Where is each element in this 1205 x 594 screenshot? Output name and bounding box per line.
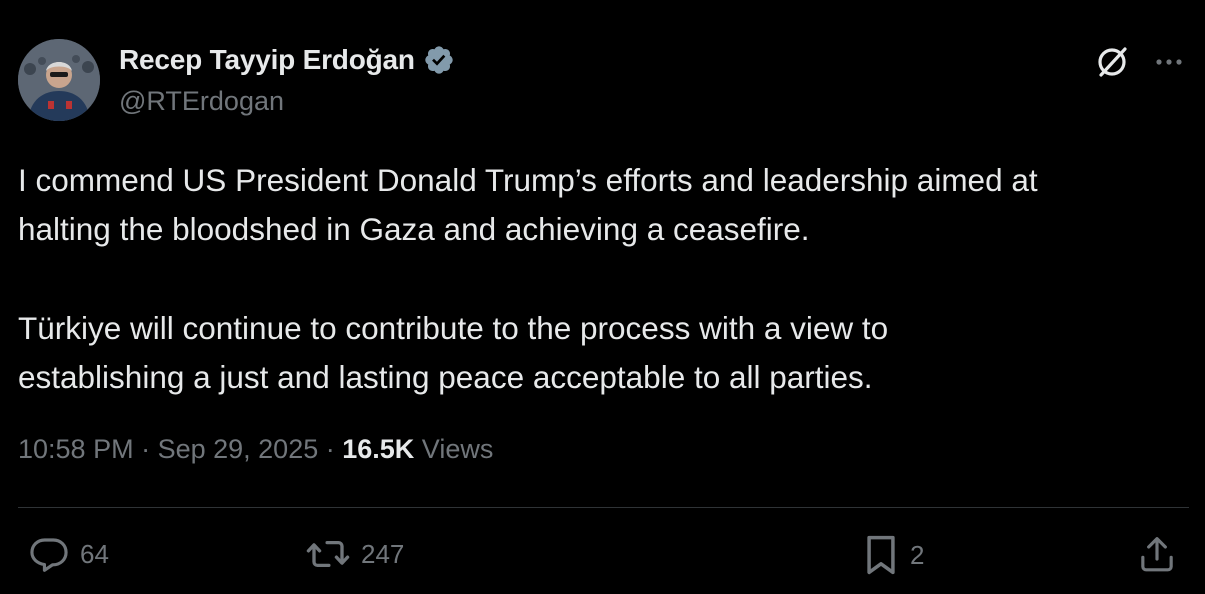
tweet-line: I commend US President Donald Trump’s ef… <box>18 162 1038 198</box>
repost-count: 247 <box>361 538 405 569</box>
speech-bubble-icon <box>28 533 70 575</box>
divider <box>18 507 1189 508</box>
tweet-line: establishing a just and lasting peace ac… <box>18 359 873 395</box>
tweet-line: Türkiye will continue to contribute to t… <box>18 310 889 346</box>
meta-separator: · <box>133 434 158 464</box>
bookmark-count: 2 <box>910 539 925 570</box>
verified-badge-icon <box>423 44 455 76</box>
bookmark-icon <box>862 533 900 577</box>
repost-arrows-icon <box>305 533 351 575</box>
tweet-date[interactable]: Sep 29, 2025 <box>158 434 319 464</box>
tweet-meta: 10:58 PM · Sep 29, 2025 · 16.5K Views <box>18 434 493 465</box>
bookmark-button[interactable]: 2 <box>862 533 924 577</box>
meta-separator: · <box>318 434 343 464</box>
repost-button[interactable]: 247 <box>305 533 404 575</box>
share-icon <box>1137 533 1177 575</box>
tweet-text: I commend US President Donald Trump’s ef… <box>18 156 1198 402</box>
more-dots-icon[interactable] <box>1151 47 1187 77</box>
views-count: 16.5K <box>342 434 415 464</box>
author-display-name[interactable]: Recep Tayyip Erdoğan <box>119 44 415 76</box>
reply-button[interactable]: 64 <box>28 533 109 575</box>
tweet-line: halting the bloodshed in Gaza and achiev… <box>18 211 810 247</box>
grok-icon[interactable] <box>1093 43 1131 81</box>
views-label: Views <box>414 434 494 464</box>
author-handle[interactable]: @RTErdogan <box>119 86 284 117</box>
share-button[interactable] <box>1137 533 1177 575</box>
tweet-time[interactable]: 10:58 PM <box>18 434 134 464</box>
avatar[interactable] <box>18 39 100 121</box>
reply-count: 64 <box>80 538 109 569</box>
